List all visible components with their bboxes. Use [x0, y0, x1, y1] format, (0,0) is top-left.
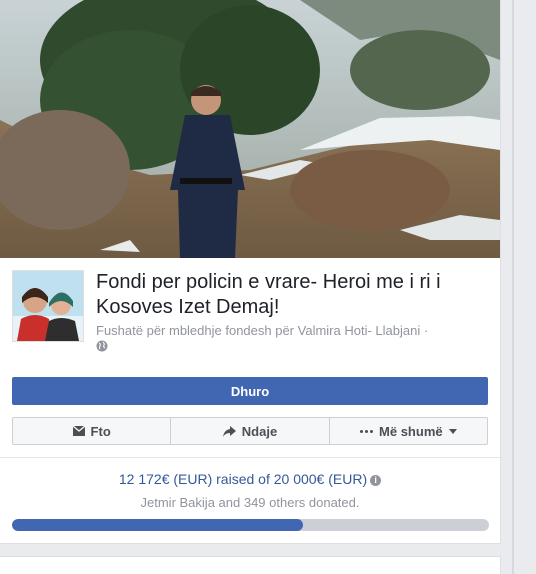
share-button[interactable]: Ndaje — [171, 418, 330, 444]
fundraiser-avatar[interactable] — [12, 270, 84, 342]
donate-button[interactable]: Dhuro — [12, 377, 488, 405]
raised-amount: 12 172€ (EUR) raised of 20 000€ (EUR) i — [0, 471, 500, 487]
fundraiser-header: Fondi per policin e vrare- Heroi me i ri… — [0, 258, 500, 368]
info-icon[interactable]: i — [370, 475, 382, 486]
more-button[interactable]: Më shumë — [330, 418, 487, 444]
progress-fill — [12, 519, 303, 531]
more-label: Më shumë — [379, 423, 443, 439]
fundraiser-title[interactable]: Fondi per policin e vrare- Heroi me i ri… — [96, 270, 476, 320]
next-card — [0, 556, 501, 574]
ellipsis-icon — [360, 429, 374, 433]
action-bar: Fto Ndaje Më shumë — [12, 417, 488, 445]
fundraiser-card: Fondi per policin e vrare- Heroi me i ri… — [0, 0, 501, 544]
share-label: Ndaje — [241, 423, 278, 439]
globe-icon — [96, 340, 108, 352]
donors-summary[interactable]: Jetmir Bakija and 349 others donated. — [0, 495, 500, 510]
cover-photo[interactable] — [0, 0, 500, 258]
envelope-icon — [72, 426, 85, 436]
fundraiser-subtitle: Fushatë për mbledhje fondesh për Valmira… — [96, 323, 429, 338]
progress-bar — [12, 519, 489, 531]
page: Fondi per policin e vrare- Heroi me i ri… — [0, 0, 536, 574]
invite-label: Fto — [90, 423, 111, 439]
caret-down-icon — [448, 428, 457, 434]
scrollbar-track[interactable] — [512, 0, 514, 574]
raised-text[interactable]: 12 172€ (EUR) raised of 20 000€ (EUR) — [119, 471, 367, 487]
invite-button[interactable]: Fto — [13, 418, 172, 444]
divider — [0, 457, 500, 458]
share-arrow-icon — [222, 425, 236, 437]
